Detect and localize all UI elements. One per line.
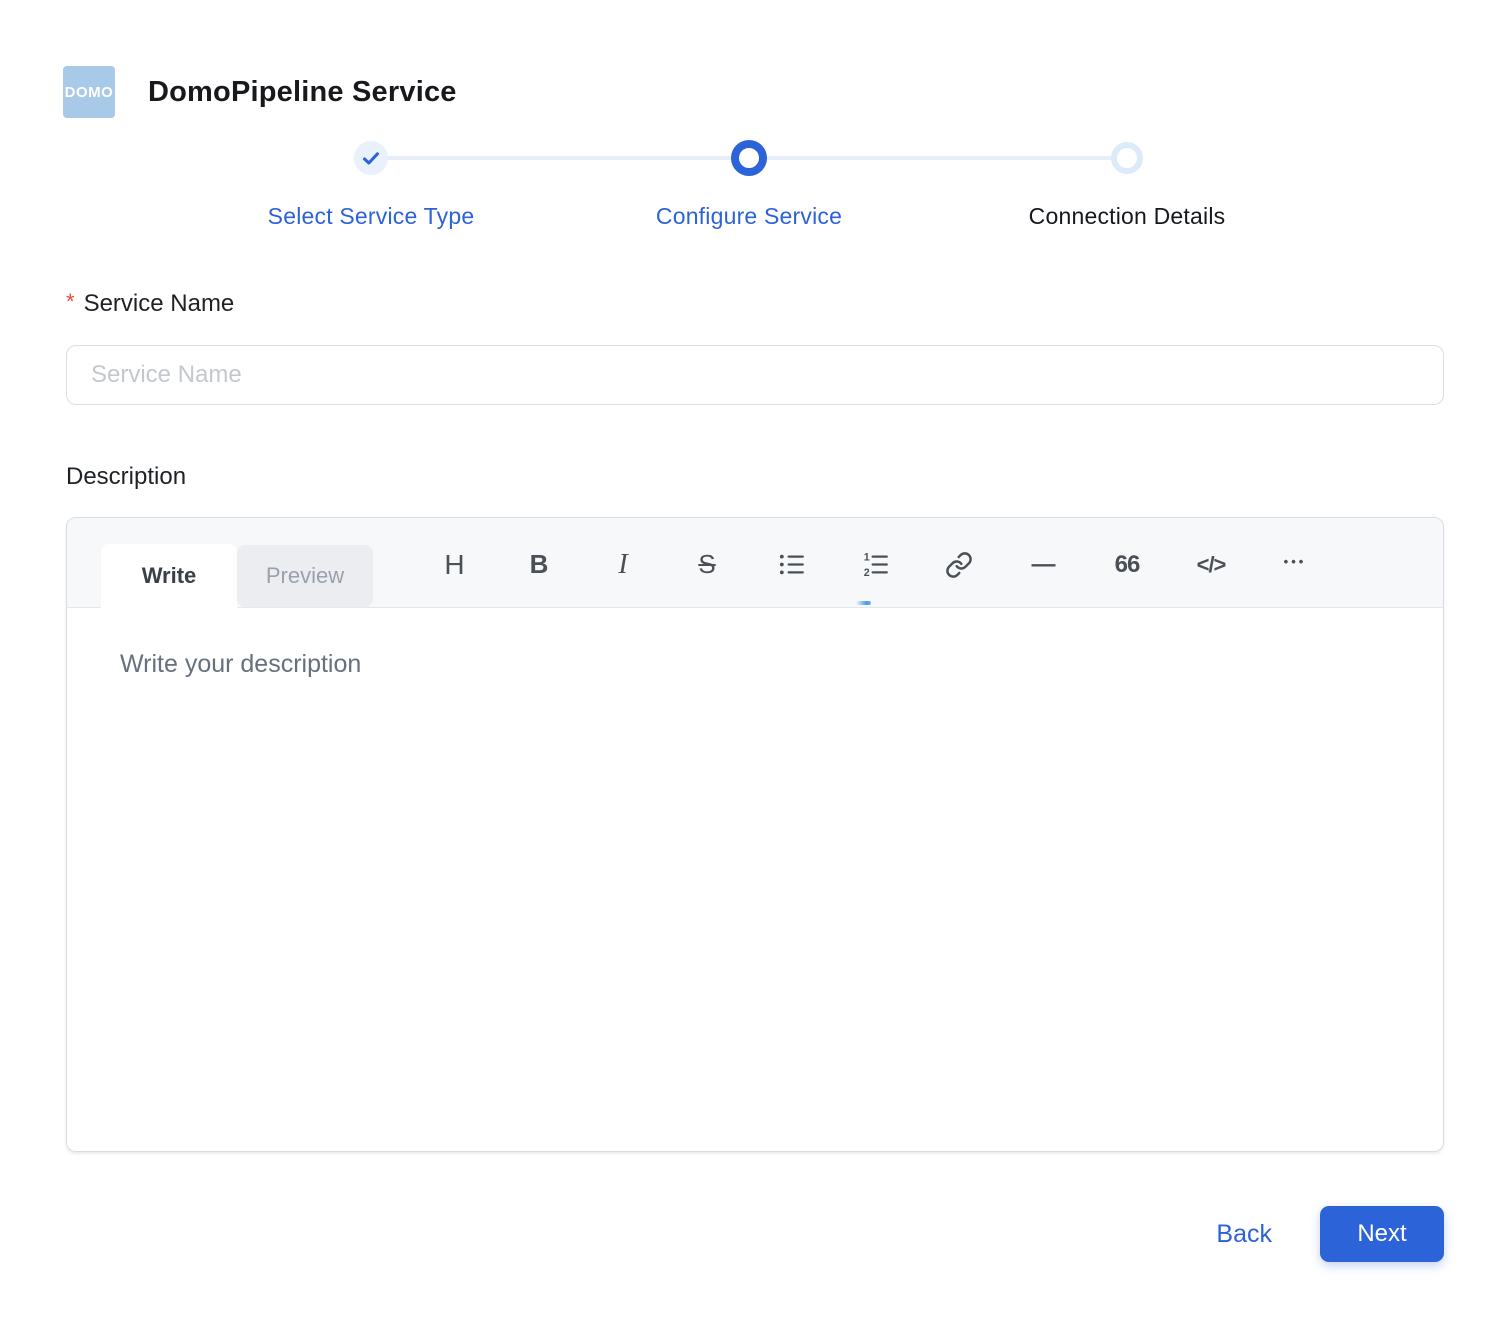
link-button[interactable] bbox=[917, 522, 1001, 608]
step-label: Configure Service bbox=[655, 203, 843, 229]
quote-button[interactable]: 66 bbox=[1085, 522, 1169, 608]
bold-icon: B bbox=[529, 549, 549, 579]
svg-text:1: 1 bbox=[863, 551, 869, 563]
quote-icon: 66 bbox=[1114, 550, 1141, 578]
description-textarea[interactable] bbox=[67, 608, 1443, 1151]
ordered-list-icon: 1 2 bbox=[863, 551, 888, 578]
link-icon bbox=[946, 551, 972, 578]
code-icon: </> bbox=[1196, 551, 1227, 577]
horizontal-rule-button[interactable]: — bbox=[1001, 522, 1085, 608]
page-title: DomoPipeline Service bbox=[148, 75, 457, 108]
strikethrough-icon: S bbox=[698, 549, 716, 579]
step-upcoming-circle bbox=[1111, 142, 1143, 174]
italic-icon: I bbox=[618, 548, 628, 580]
horizontal-rule-icon: — bbox=[1031, 550, 1056, 578]
wizard-stepper: Select Service Type Configure Service Co… bbox=[182, 140, 1316, 230]
check-icon bbox=[362, 151, 380, 165]
domo-logo-text: DOMO bbox=[64, 83, 114, 101]
back-button[interactable]: Back bbox=[1216, 1220, 1272, 1249]
editor-header: Write Preview H B I S 1 2 — 66 </> ••• bbox=[67, 518, 1443, 608]
domo-logo: DOMO bbox=[63, 66, 115, 118]
tab-preview[interactable]: Preview bbox=[237, 545, 373, 607]
configure-service-form: * Service Name Description Write Preview … bbox=[66, 289, 1444, 1262]
step-label: Connection Details bbox=[1028, 203, 1226, 229]
service-name-label-text: Service Name bbox=[83, 290, 235, 317]
ordered-list-button[interactable]: 1 2 bbox=[833, 522, 917, 608]
step-completed-circle bbox=[354, 141, 388, 175]
italic-button[interactable]: I bbox=[581, 522, 665, 608]
blue-smudge-artifact bbox=[856, 600, 871, 605]
editor-body bbox=[67, 608, 1443, 1151]
step-active-circle bbox=[731, 140, 767, 176]
step-select-service-type[interactable]: Select Service Type bbox=[182, 140, 560, 230]
bold-button[interactable]: B bbox=[497, 522, 581, 608]
more-icon: ••• bbox=[1283, 554, 1307, 569]
heading-button[interactable]: H bbox=[413, 522, 497, 608]
editor-tabs: Write Preview bbox=[101, 544, 373, 608]
step-connection-details[interactable]: Connection Details bbox=[938, 140, 1316, 230]
code-button[interactable]: </> bbox=[1169, 522, 1253, 608]
app-header: DOMO DomoPipeline Service bbox=[0, 0, 1506, 118]
step-configure-service[interactable]: Configure Service bbox=[560, 140, 938, 230]
strikethrough-button[interactable]: S bbox=[665, 522, 749, 608]
service-name-label: * Service Name bbox=[66, 289, 1444, 318]
description-label: Description bbox=[66, 463, 187, 490]
unordered-list-icon bbox=[779, 554, 804, 575]
page: DOMO DomoPipeline Service Select Service… bbox=[0, 0, 1506, 1262]
footer-actions: Back Next bbox=[66, 1206, 1444, 1262]
step-label: Select Service Type bbox=[267, 203, 475, 229]
unordered-list-button[interactable] bbox=[749, 522, 833, 608]
heading-icon: H bbox=[444, 548, 466, 580]
more-button[interactable]: ••• bbox=[1253, 522, 1337, 608]
editor-toolbar: H B I S 1 2 — 66 </> ••• bbox=[413, 518, 1337, 607]
tab-write[interactable]: Write bbox=[101, 544, 237, 608]
next-button[interactable]: Next bbox=[1320, 1206, 1444, 1262]
svg-text:2: 2 bbox=[863, 567, 869, 578]
service-name-input[interactable] bbox=[66, 345, 1444, 405]
markdown-editor: Write Preview H B I S 1 2 — 66 </> ••• W… bbox=[66, 517, 1444, 1152]
required-asterisk: * bbox=[66, 289, 75, 314]
